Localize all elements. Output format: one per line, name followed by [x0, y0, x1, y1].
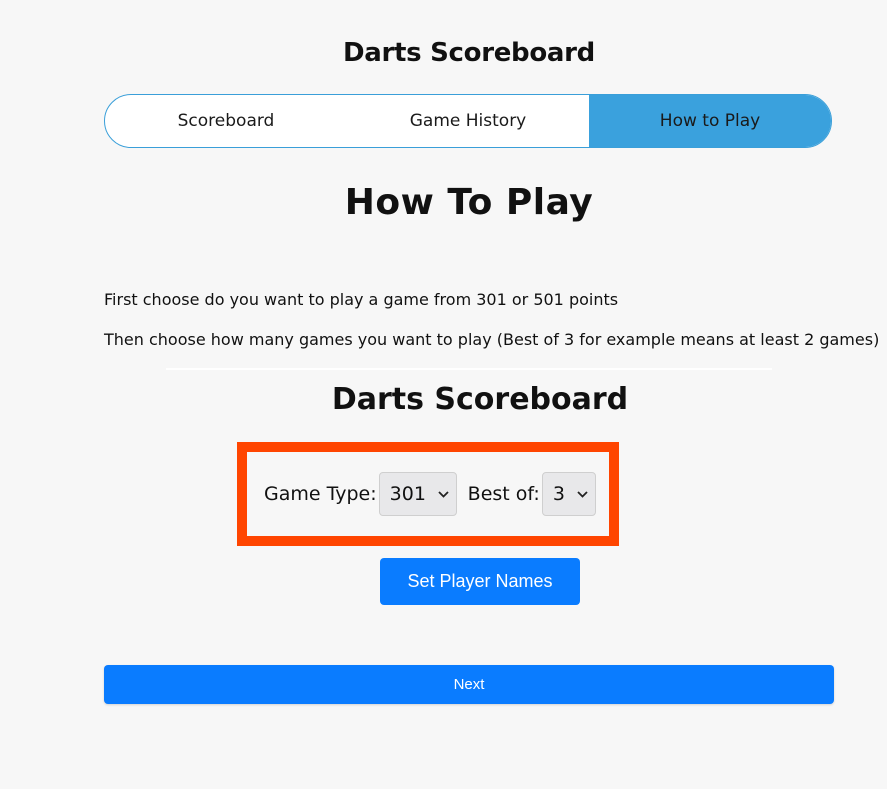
instruction-paragraph-1: First choose do you want to play a game … [104, 290, 619, 309]
chevron-down-icon [438, 488, 449, 501]
tab-how-to-play[interactable]: How to Play [589, 95, 831, 147]
tab-game-history[interactable]: Game History [347, 95, 589, 147]
game-type-label: Game Type: [264, 483, 377, 505]
best-of-select[interactable]: 3 [541, 472, 596, 516]
tab-bar: Scoreboard Game History How to Play [104, 94, 832, 148]
page: Darts Scoreboard Scoreboard Game History… [0, 0, 887, 789]
game-settings-row: Game Type: 301 Best of: 3 [247, 452, 609, 536]
best-of-label: Best of: [467, 483, 540, 505]
instruction-paragraph-2: Then choose how many games you want to p… [104, 330, 880, 349]
highlight-box: Game Type: 301 Best of: 3 [237, 442, 619, 546]
tab-scoreboard[interactable]: Scoreboard [105, 95, 347, 147]
app-title: Darts Scoreboard [342, 38, 595, 68]
chevron-down-icon [577, 488, 588, 501]
page-title: How To Play [344, 182, 594, 223]
demo-title: Darts Scoreboard [331, 382, 629, 417]
next-button[interactable]: Next [104, 665, 834, 704]
divider [166, 368, 772, 370]
set-player-names-button[interactable]: Set Player Names [380, 558, 580, 605]
game-type-select[interactable]: 301 [378, 472, 457, 516]
best-of-value: 3 [552, 483, 565, 505]
game-type-value: 301 [389, 483, 426, 505]
